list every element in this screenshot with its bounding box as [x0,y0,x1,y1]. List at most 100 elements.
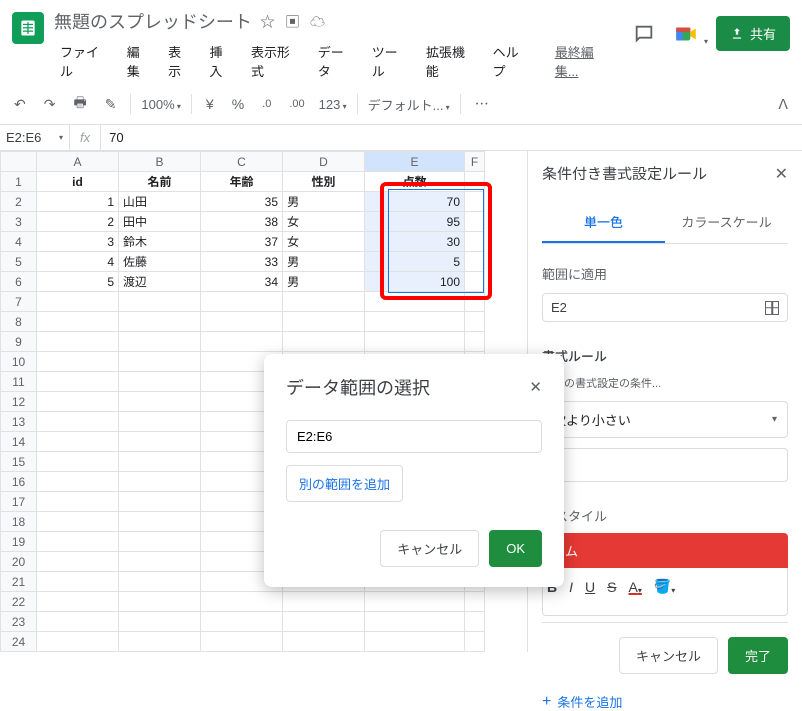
row-header[interactable]: 12 [1,392,37,412]
cell[interactable] [465,192,485,212]
cell[interactable]: 4 [37,252,119,272]
cell[interactable]: 100 [365,272,465,292]
row-header[interactable]: 3 [1,212,37,232]
row-header[interactable]: 13 [1,412,37,432]
more-toolbar-icon[interactable]: ⋯ [471,92,493,116]
row-header[interactable]: 15 [1,452,37,472]
cell[interactable]: 3 [37,232,119,252]
cell[interactable]: 佐藤 [119,252,201,272]
cell[interactable] [465,212,485,232]
menu-extensions[interactable]: 拡張機能 [420,38,483,84]
cell[interactable]: 38 [201,212,283,232]
move-icon[interactable]: ▣ [285,11,300,32]
cell[interactable]: 33 [201,252,283,272]
cell[interactable]: 37 [201,232,283,252]
apply-range-input[interactable]: E2 [542,293,788,322]
row-header[interactable]: 21 [1,572,37,592]
cell[interactable]: 名前 [119,172,201,192]
cell[interactable]: 男 [283,192,365,212]
col-header-a[interactable]: A [37,152,119,172]
tab-color-scale[interactable]: カラースケール [665,202,788,243]
cell[interactable]: id [37,172,119,192]
sidebar-done-button[interactable]: 完了 [728,637,788,674]
menu-view[interactable]: 表示 [162,38,199,84]
row-header[interactable]: 9 [1,332,37,352]
row-header[interactable]: 11 [1,372,37,392]
strike-icon[interactable]: S [607,579,616,595]
cell[interactable]: 山田 [119,192,201,212]
row-header[interactable]: 23 [1,612,37,632]
col-header-c[interactable]: C [201,152,283,172]
row-header[interactable]: 4 [1,232,37,252]
fill-color-icon[interactable]: 🪣▾ [654,578,675,595]
formula-input[interactable]: 70 [101,125,802,150]
format-style-swatch[interactable]: タム [542,533,788,568]
row-header[interactable]: 22 [1,592,37,612]
sheets-logo[interactable] [12,12,44,44]
row-header[interactable]: 20 [1,552,37,572]
menu-help[interactable]: ヘルプ [487,38,537,84]
cell[interactable]: 田中 [119,212,201,232]
row-header[interactable]: 18 [1,512,37,532]
close-icon[interactable]: ✕ [775,164,788,184]
undo-icon[interactable]: ↶ [10,94,30,115]
row-header[interactable]: 17 [1,492,37,512]
last-edit-link[interactable]: 最終編集... [549,38,622,84]
cell[interactable]: 30 [365,232,465,252]
col-header-f[interactable]: F [465,152,485,172]
row-header[interactable]: 5 [1,252,37,272]
number-format-select[interactable]: 123 [319,97,347,112]
col-header-b[interactable]: B [119,152,201,172]
doc-title[interactable]: 無題のスプレッドシート [54,8,252,34]
menu-file[interactable]: ファイル [54,38,117,84]
cell[interactable]: 2 [37,212,119,232]
dialog-cancel-button[interactable]: キャンセル [380,530,479,567]
text-color-icon[interactable]: A▾ [628,579,641,595]
cell[interactable]: 性別 [283,172,365,192]
cell[interactable]: 男 [283,272,365,292]
menu-tools[interactable]: ツール [366,38,416,84]
meet-icon[interactable] [670,18,702,50]
zoom-select[interactable]: 100% [141,97,181,112]
redo-icon[interactable]: ↷ [40,94,60,115]
sidebar-cancel-button[interactable]: キャンセル [619,637,718,674]
row-header[interactable]: 6 [1,272,37,292]
cell[interactable]: 女 [283,232,365,252]
comments-icon[interactable] [632,22,656,46]
col-header-e[interactable]: E [365,152,465,172]
row-header[interactable]: 2 [1,192,37,212]
cell[interactable] [465,272,485,292]
menu-format[interactable]: 表示形式 [245,38,308,84]
dialog-range-input[interactable] [286,420,542,453]
decrease-decimal-icon[interactable]: .0 [258,96,275,112]
font-select[interactable]: デフォルト... [368,95,450,114]
star-icon[interactable]: ☆ [260,11,275,32]
dialog-close-icon[interactable]: ✕ [529,378,542,396]
cell[interactable] [465,172,485,192]
name-box[interactable]: E2:E6 [0,125,70,150]
currency-icon[interactable]: ¥ [202,94,218,114]
collapse-toolbar-icon[interactable]: ᐱ [774,94,792,115]
underline-icon[interactable]: U [585,579,595,595]
row-header[interactable]: 24 [1,632,37,652]
corner-cell[interactable] [1,152,37,172]
percent-icon[interactable]: % [228,94,248,114]
cell[interactable]: 男 [283,252,365,272]
cell[interactable]: 34 [201,272,283,292]
increase-decimal-icon[interactable]: .00 [285,96,308,112]
row-header[interactable]: 14 [1,432,37,452]
cell[interactable]: 5 [365,252,465,272]
cell[interactable] [465,252,485,272]
row-header[interactable]: 8 [1,312,37,332]
condition-select[interactable]: 次より小さい [542,401,788,438]
cell[interactable] [465,232,485,252]
dialog-ok-button[interactable]: OK [489,530,542,567]
italic-icon[interactable]: I [569,579,573,595]
cell[interactable]: 5 [37,272,119,292]
menu-edit[interactable]: 編集 [121,38,158,84]
row-header[interactable]: 16 [1,472,37,492]
add-condition-button[interactable]: 条件を追加 [542,692,788,711]
row-header[interactable]: 19 [1,532,37,552]
cell[interactable]: 1 [37,192,119,212]
cell[interactable]: 95 [365,212,465,232]
